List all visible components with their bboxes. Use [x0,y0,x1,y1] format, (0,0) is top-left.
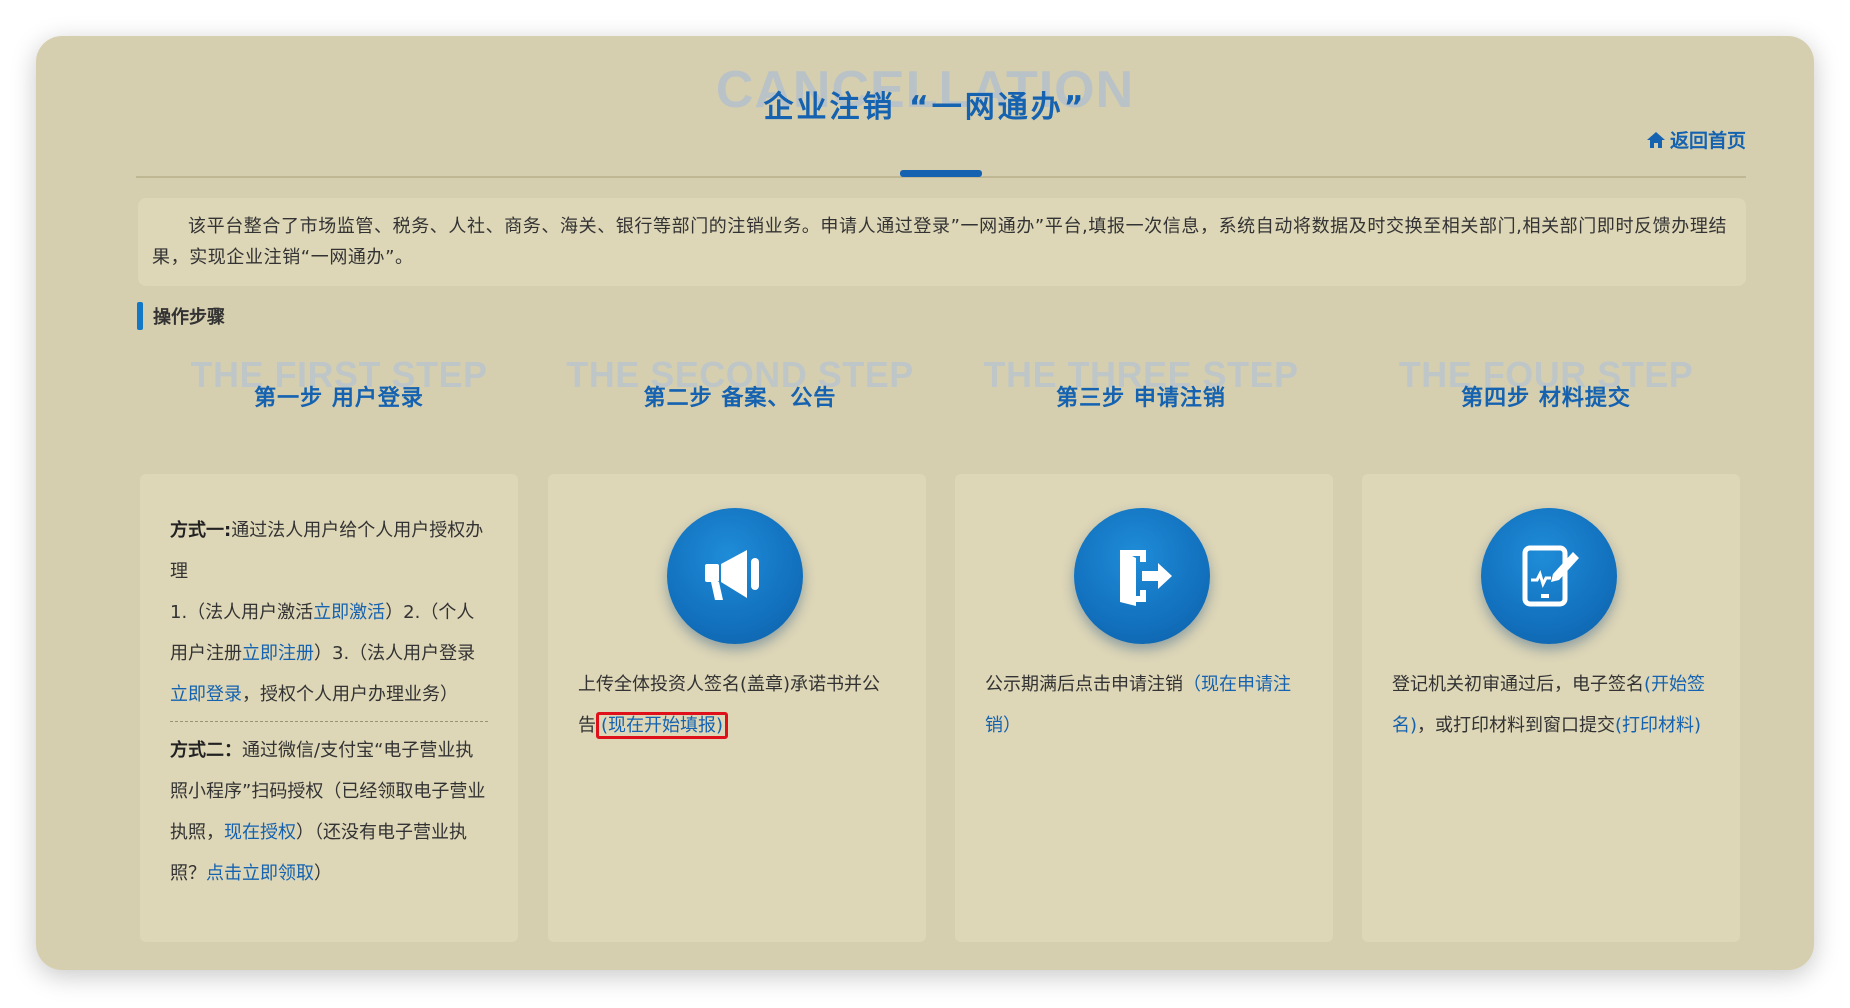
method1: 方式一:通过法人用户给个人用户授权办理 1.（法人用户激活立即激活）2.（个人用… [170,510,488,715]
method2-text-3: ） [314,863,332,884]
method-divider [170,721,488,722]
step4-desc-2: ，或打印材料到窗口提交 [1417,715,1616,736]
activate-link[interactable]: 立即激活 [313,602,385,623]
section-title: 操作步骤 [153,307,225,328]
step3-title: 第三步 申请注销 [1056,386,1226,411]
method1-step3-tail: ，授权个人用户办理业务） [242,684,458,705]
step3-card: 公示期满后点击申请注销（现在申请注销） [955,474,1333,942]
home-link[interactable]: 返回首页 [1646,126,1746,153]
home-link-label: 返回首页 [1669,130,1746,152]
section-marker [137,302,143,330]
method2-label: 方式二： [170,740,242,761]
step4-card: 登记机关初审通过后，电子签名(开始签名)，或打印材料到窗口提交(打印材料) [1362,474,1740,942]
method1-step1-text: 1.（法人用户激活 [170,602,314,623]
login-link[interactable]: 立即登录 [170,684,242,705]
step1-card: 方式一:通过法人用户给个人用户授权办理 1.（法人用户激活立即激活）2.（个人用… [140,474,518,942]
step2-card: 上传全体投资人签名(盖章)承诺书并公告 (现在开始填报) [548,474,926,942]
page-title: 企业注销 “一网通办” [763,90,1087,125]
section-heading: 操作步骤 [137,302,225,330]
claim-license-link[interactable]: 点击立即领取 [206,863,314,884]
exit-door-icon [1074,508,1210,644]
method1-step3-text: ）3.（法人用户登录 [314,643,476,664]
register-link[interactable]: 立即注册 [242,643,314,664]
step4-title: 第四步 材料提交 [1461,386,1631,411]
step2-text: 上传全体投资人签名(盖章)承诺书并公告 (现在开始填报) [578,664,898,746]
authorize-now-link[interactable]: 现在授权 [224,822,296,843]
step1-title: 第一步 用户登录 [254,386,424,411]
intro-text: 该平台整合了市场监管、税务、人社、商务、海关、银行等部门的注销业务。申请人通过登… [138,198,1746,286]
megaphone-icon [667,508,803,644]
tablet-sign-icon [1481,508,1617,644]
step3-text: 公示期满后点击申请注销（现在申请注销） [985,664,1305,746]
method2: 方式二：通过微信/支付宝“电子营业执照小程序”扫码授权（已经领取电子营业执照，现… [170,730,488,894]
title-accent-bar [900,170,982,177]
print-materials-link[interactable]: (打印材料) [1615,715,1701,736]
step2-title: 第二步 备案、公告 [643,386,837,411]
step4-desc: 登记机关初审通过后，电子签名 [1392,674,1644,695]
method1-label: 方式一: [170,520,232,541]
home-icon [1646,131,1665,148]
step3-desc: 公示期满后点击申请注销 [985,674,1183,695]
start-filing-link[interactable]: (现在开始填报) [596,712,729,739]
step4-text: 登记机关初审通过后，电子签名(开始签名)，或打印材料到窗口提交(打印材料) [1392,664,1712,746]
